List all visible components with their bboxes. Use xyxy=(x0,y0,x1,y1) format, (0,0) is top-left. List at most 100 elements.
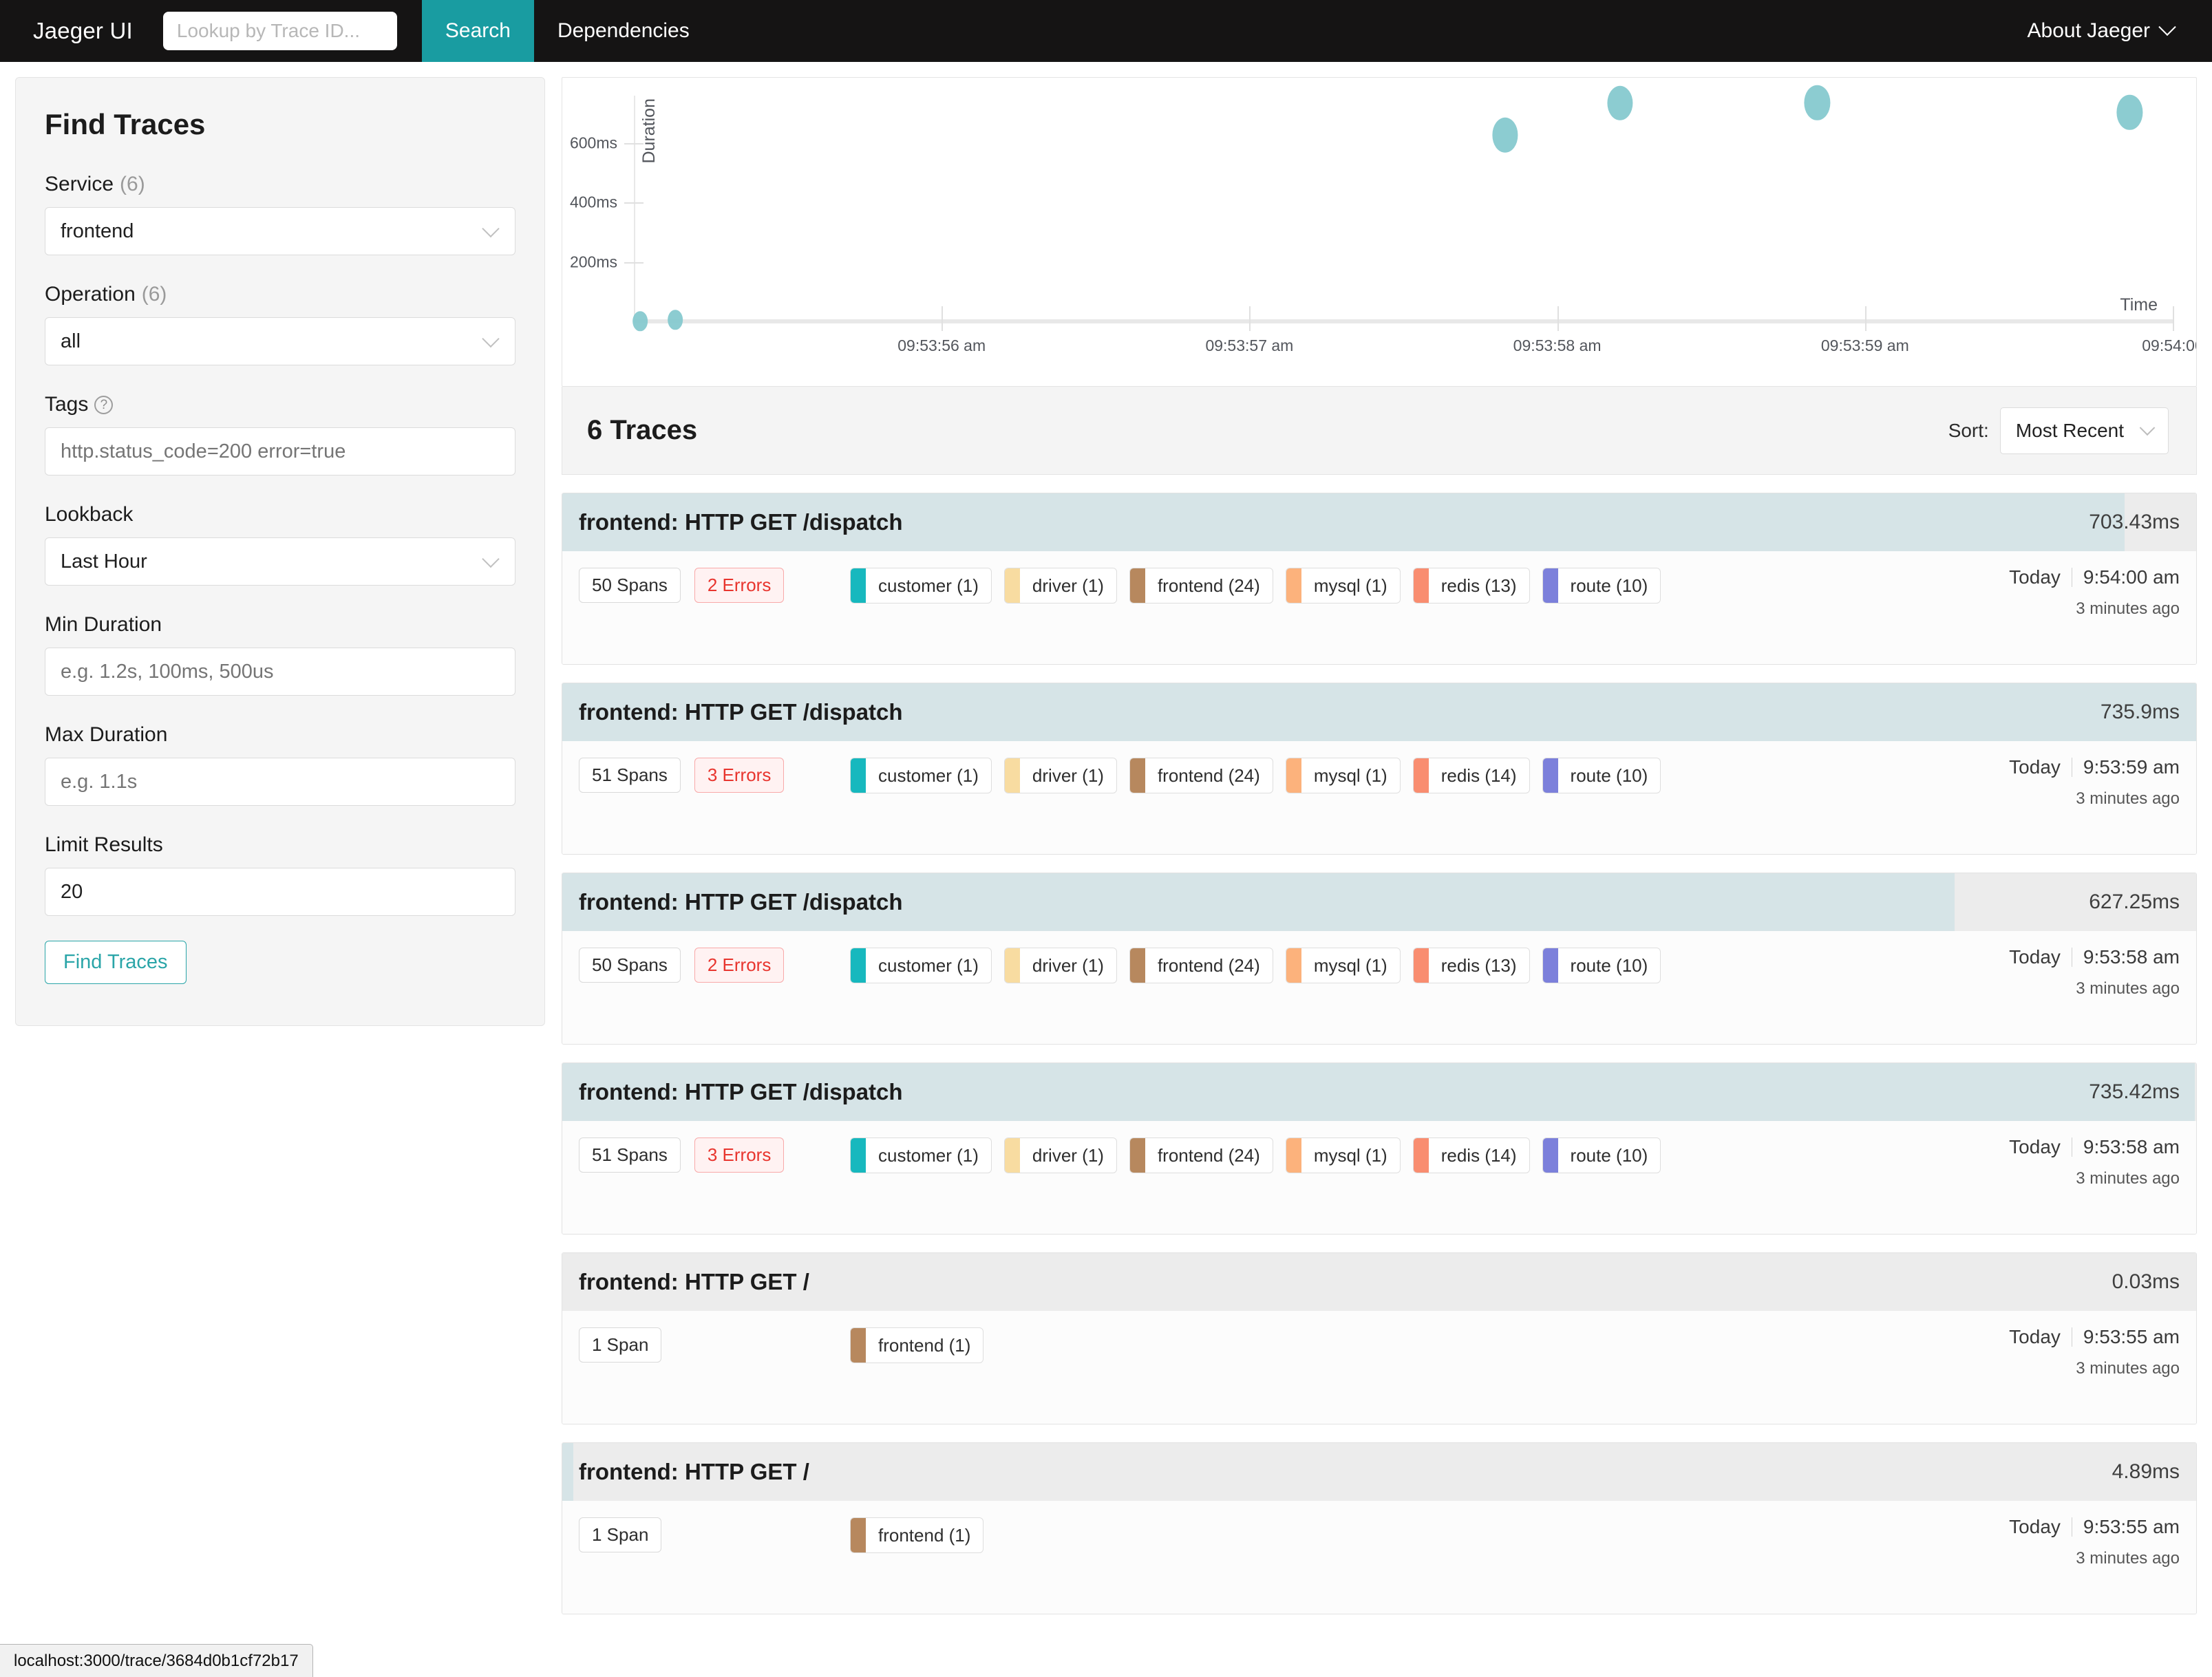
status-bar-url-text: localhost:3000/trace/3684d0b1cf72b17 xyxy=(14,1651,299,1670)
service-tag-label: customer (1) xyxy=(878,575,979,596)
error-count-badge: 3 Errors xyxy=(694,1137,785,1173)
service-tag-label: customer (1) xyxy=(878,765,979,786)
trace-result-row[interactable]: frontend: HTTP GET /dispatch 627.25ms 50 S… xyxy=(562,873,2197,1045)
trace-row-header[interactable]: frontend: HTTP GET /dispatch 703.43ms xyxy=(562,493,2196,551)
trace-badges: 1 Span xyxy=(579,1517,662,1552)
chevron-down-icon xyxy=(482,330,500,348)
find-traces-button[interactable]: Find Traces xyxy=(45,941,187,984)
trace-time: 9:53:55 am xyxy=(2083,1326,2180,1347)
trace-duration: 627.25ms xyxy=(2089,890,2180,913)
trace-title: frontend: HTTP GET / xyxy=(579,1269,809,1294)
service-color-swatch xyxy=(1004,758,1020,793)
trace-row-body: 51 Spans 3 Errors customer (1) driver (1) fr… xyxy=(562,741,2196,854)
scatter-plot-area[interactable]: 600ms 400ms 200ms Duration Time 09:53:56 am 09… xyxy=(562,78,2196,386)
service-tag: frontend (24) xyxy=(1129,568,1273,603)
service-color-swatch xyxy=(1286,948,1301,983)
app-root: Jaeger UI Search Dependencies About Jaeg… xyxy=(0,0,2212,1677)
trace-day: Today xyxy=(2009,946,2061,968)
service-tag: mysql (1) xyxy=(1285,948,1401,983)
service-tag-label: mysql (1) xyxy=(1313,1144,1387,1166)
scatter-point[interactable] xyxy=(632,311,648,332)
service-color-swatch xyxy=(851,948,866,983)
trace-row-header[interactable]: frontend: HTTP GET /dispatch 627.25ms xyxy=(562,873,2196,931)
min-duration-input[interactable] xyxy=(45,648,515,696)
app-brand[interactable]: Jaeger UI xyxy=(33,18,133,44)
trace-row-header[interactable]: frontend: HTTP GET /dispatch 735.42ms xyxy=(562,1063,2196,1121)
duration-vs-time-scatterplot: 600ms 400ms 200ms Duration Time 09:53:56 am 09… xyxy=(562,77,2197,387)
service-tag: redis (14) xyxy=(1412,1137,1530,1173)
trace-row-body: 50 Spans 2 Errors customer (1) driver (1) fr… xyxy=(562,551,2196,664)
about-jaeger-menu[interactable]: About Jaeger xyxy=(2028,0,2176,62)
service-tag: frontend (24) xyxy=(1129,1137,1273,1173)
service-tag-list: customer (1) driver (1) frontend (24) mysql… xyxy=(850,568,1661,603)
trace-result-row[interactable]: frontend: HTTP GET / 4.89ms 1 Span frontend… xyxy=(562,1442,2197,1614)
nav-item-search[interactable]: Search xyxy=(421,0,534,62)
trace-row-header[interactable]: frontend: HTTP GET / 0.03ms xyxy=(562,1253,2196,1311)
lookback-label-text: Lookback xyxy=(45,503,134,526)
status-bar-url: localhost:3000/trace/3684d0b1cf72b17 xyxy=(0,1644,313,1677)
x-axis-title: Time xyxy=(2120,295,2158,314)
service-tag: customer (1) xyxy=(850,568,992,603)
service-color-swatch xyxy=(1129,568,1145,603)
span-count-badge: 51 Spans xyxy=(579,758,681,793)
trace-id-lookup-input[interactable] xyxy=(162,12,397,50)
service-label-text: Service xyxy=(45,173,114,195)
service-tag: route (10) xyxy=(1542,568,1661,603)
trace-time: 9:53:55 am xyxy=(2083,1516,2180,1537)
service-color-swatch xyxy=(851,758,866,793)
chevron-down-icon xyxy=(2139,419,2156,436)
service-tag: driver (1) xyxy=(1003,948,1117,983)
operation-select[interactable]: all xyxy=(45,317,515,365)
trace-title: frontend: HTTP GET / xyxy=(579,1459,809,1484)
service-color-swatch xyxy=(1413,568,1429,603)
service-tag-list: frontend (1) xyxy=(850,1517,984,1553)
service-color-swatch xyxy=(1004,948,1020,983)
service-tag: mysql (1) xyxy=(1285,1137,1401,1173)
field-tags: Tags ? xyxy=(45,393,515,476)
y-axis-title: Duration xyxy=(639,98,659,164)
trace-row-header[interactable]: frontend: HTTP GET /dispatch 735.9ms xyxy=(562,683,2196,741)
nav-item-dependencies[interactable]: Dependencies xyxy=(534,0,713,62)
service-tag: frontend (24) xyxy=(1129,758,1273,793)
scatter-point[interactable] xyxy=(668,310,683,330)
trace-row-header[interactable]: frontend: HTTP GET / 4.89ms xyxy=(562,1443,2196,1501)
trace-row-body: 1 Span frontend (1) Today 9:53:55 am 3 minut… xyxy=(562,1501,2196,1614)
trace-badges: 50 Spans 2 Errors xyxy=(579,948,785,983)
panel-title: Find Traces xyxy=(45,108,206,140)
help-icon[interactable]: ? xyxy=(94,395,114,414)
scatter-point[interactable] xyxy=(1491,118,1518,153)
service-tag-label: driver (1) xyxy=(1032,765,1104,786)
trace-result-row[interactable]: frontend: HTTP GET / 0.03ms 1 Span frontend… xyxy=(562,1252,2197,1424)
trace-result-row[interactable]: frontend: HTTP GET /dispatch 735.9ms 51 Sp… xyxy=(562,683,2197,855)
service-tag-list: customer (1) driver (1) frontend (24) mysql… xyxy=(850,948,1661,983)
max-duration-label: Max Duration xyxy=(45,723,515,747)
trace-relative-time: 3 minutes ago xyxy=(2076,1359,2180,1378)
service-tag: redis (14) xyxy=(1412,758,1530,793)
trace-row-body: 1 Span frontend (1) Today 9:53:55 am 3 minut… xyxy=(562,1311,2196,1424)
max-duration-label-text: Max Duration xyxy=(45,723,168,746)
trace-day: Today xyxy=(2009,756,2061,778)
sort-select[interactable]: Most Recent xyxy=(1999,407,2169,454)
error-count-badge: 2 Errors xyxy=(694,568,785,603)
max-duration-input[interactable] xyxy=(45,758,515,806)
scatter-point[interactable] xyxy=(1607,85,1633,120)
trace-title: frontend: HTTP GET /dispatch xyxy=(579,699,903,725)
scatter-point[interactable] xyxy=(1804,85,1831,120)
sort-label: Sort: xyxy=(1948,419,1989,441)
trace-timestamp: Today 9:53:55 am 3 minutes ago xyxy=(2009,1516,2180,1568)
service-color-swatch xyxy=(851,568,866,603)
service-tag-list: customer (1) driver (1) frontend (24) mysql… xyxy=(850,758,1661,793)
scatter-point[interactable] xyxy=(2116,95,2142,130)
x-tick-mark xyxy=(1864,306,1867,331)
trace-result-row[interactable]: frontend: HTTP GET /dispatch 703.43ms 50 S… xyxy=(562,493,2197,665)
service-color-swatch xyxy=(1286,758,1301,793)
lookback-select[interactable]: Last Hour xyxy=(45,537,515,586)
service-select[interactable]: frontend xyxy=(45,207,515,255)
nav-item-search-label: Search xyxy=(445,19,511,42)
span-count-badge: 50 Spans xyxy=(579,948,681,983)
service-tag-label: frontend (24) xyxy=(1157,765,1260,786)
timestamp-line: Today 9:54:00 am xyxy=(2009,566,2180,588)
tags-input[interactable] xyxy=(45,427,515,476)
trace-result-row[interactable]: frontend: HTTP GET /dispatch 735.42ms 51 S… xyxy=(562,1062,2197,1235)
limit-results-input[interactable] xyxy=(45,868,515,916)
